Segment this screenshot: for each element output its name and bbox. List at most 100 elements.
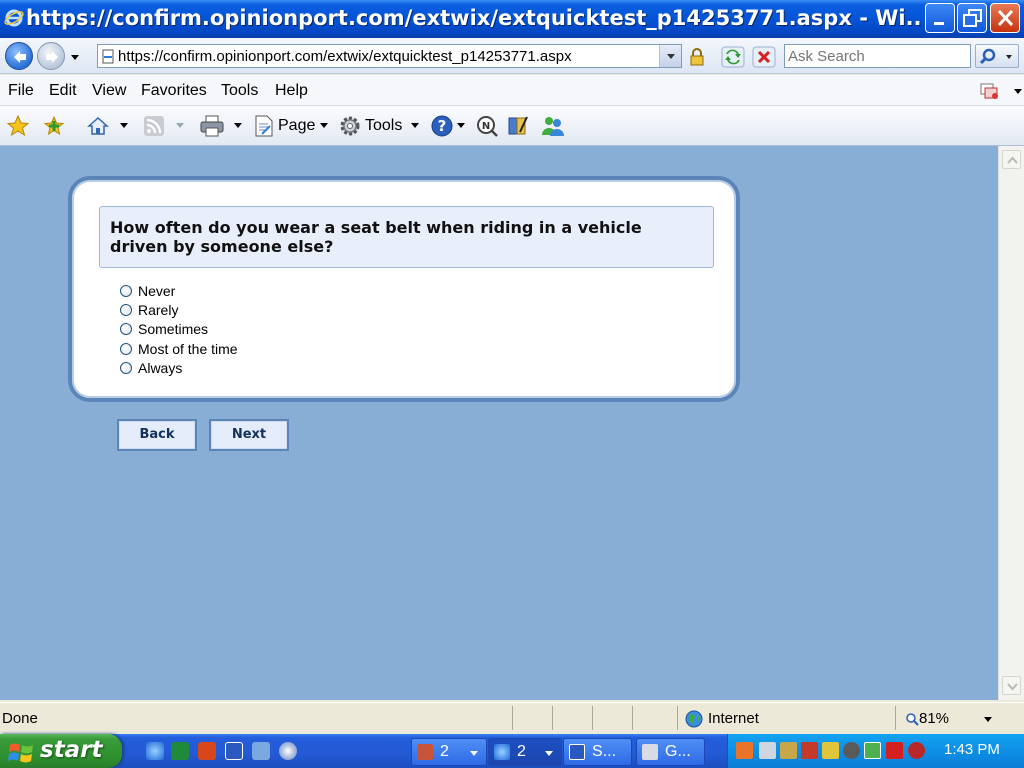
refresh-icon[interactable] xyxy=(721,46,745,68)
task-label: 2 xyxy=(517,743,526,760)
page-menu-label[interactable]: Page xyxy=(278,117,315,135)
status-segment xyxy=(512,706,552,730)
zoom-level[interactable]: 81% xyxy=(919,710,949,727)
home-icon[interactable] xyxy=(86,114,110,138)
magnifier-icon xyxy=(979,48,1012,65)
menu-edit[interactable]: Edit xyxy=(49,82,77,100)
quicklaunch-ie-icon[interactable] xyxy=(146,742,164,760)
tools-dropdown[interactable] xyxy=(411,123,419,128)
window-title: https://confirm.opinionport.com/extwix/e… xyxy=(26,6,921,30)
quicklaunch-desktop-icon[interactable] xyxy=(252,742,270,760)
window-title-bar[interactable]: https://confirm.opinionport.com/extwix/e… xyxy=(0,0,1024,38)
tray-sound-icon[interactable] xyxy=(843,742,860,759)
menu-file[interactable]: File xyxy=(8,82,34,100)
close-button[interactable] xyxy=(990,3,1020,33)
quicklaunch-word-icon[interactable] xyxy=(225,742,243,760)
menu-view[interactable]: View xyxy=(92,82,126,100)
page-icon[interactable] xyxy=(252,114,276,138)
tray-network-icon[interactable] xyxy=(759,742,776,759)
feeds-dropdown[interactable] xyxy=(176,123,184,128)
recent-pages-dropdown[interactable] xyxy=(68,50,82,64)
home-dropdown[interactable] xyxy=(120,123,128,128)
start-button[interactable]: start xyxy=(0,734,122,768)
messenger-icon[interactable] xyxy=(540,114,566,138)
start-label: start xyxy=(40,737,103,763)
task-label: S... xyxy=(592,743,617,760)
menu-favorites[interactable]: Favorites xyxy=(141,82,207,100)
svg-text:?: ? xyxy=(438,117,447,135)
tools-menu-label[interactable]: Tools xyxy=(365,117,402,135)
tray-shield-icon[interactable] xyxy=(822,742,839,759)
zoom-dropdown[interactable] xyxy=(984,717,992,722)
page-dropdown[interactable] xyxy=(320,123,328,128)
tray-app-icon[interactable] xyxy=(736,742,753,759)
address-field[interactable]: https://confirm.opinionport.com/extwix/e… xyxy=(97,44,682,68)
web-page-content: How often do you wear a seat belt when r… xyxy=(0,146,998,700)
taskbar: start 2 2 S... G... 1:43 PM xyxy=(0,734,1024,768)
zone-label: Internet xyxy=(708,710,759,727)
tray-lock-icon[interactable] xyxy=(780,742,797,759)
menu-help[interactable]: Help xyxy=(275,82,308,100)
quicklaunch-outlook-icon[interactable] xyxy=(198,742,216,760)
chevron-down-icon xyxy=(667,54,675,59)
stop-icon[interactable] xyxy=(752,46,776,68)
add-favorite-icon[interactable] xyxy=(42,114,66,138)
task-label: G... xyxy=(665,743,691,760)
scroll-down-button[interactable] xyxy=(1002,676,1021,695)
radio-button[interactable] xyxy=(120,343,132,355)
search-input[interactable] xyxy=(788,46,968,66)
taskbar-group-1[interactable]: 2 xyxy=(411,738,487,766)
gear-icon[interactable] xyxy=(338,114,362,138)
address-dropdown[interactable] xyxy=(659,45,681,67)
status-segment xyxy=(552,706,592,730)
maximize-button[interactable] xyxy=(957,3,987,33)
status-text: Done xyxy=(2,710,38,727)
back-survey-button[interactable]: Back xyxy=(117,419,197,451)
windows-logo-icon xyxy=(8,743,33,763)
search-box[interactable] xyxy=(784,44,971,68)
tray-user-icon[interactable] xyxy=(801,742,818,759)
quicklaunch-media-icon[interactable] xyxy=(279,742,297,760)
back-button[interactable] xyxy=(5,42,33,70)
taskbar-window-g[interactable]: G... xyxy=(636,738,705,766)
address-url[interactable]: https://confirm.opinionport.com/extwix/e… xyxy=(118,48,572,65)
blog-icon[interactable] xyxy=(506,114,530,138)
tray-vpn-icon[interactable] xyxy=(864,742,881,759)
forward-button[interactable] xyxy=(37,42,65,70)
vertical-scrollbar[interactable] xyxy=(998,146,1024,700)
lock-icon[interactable] xyxy=(686,46,708,68)
svg-text:N: N xyxy=(482,121,490,132)
toolbar-options-icon[interactable] xyxy=(979,81,1001,101)
favorites-star-icon[interactable] xyxy=(6,114,30,138)
next-survey-button[interactable]: Next xyxy=(209,419,289,451)
help-dropdown[interactable] xyxy=(457,123,465,128)
radio-button[interactable] xyxy=(120,362,132,374)
chevron-up-icon xyxy=(1007,156,1018,164)
radio-button[interactable] xyxy=(120,323,132,335)
menu-tools[interactable]: Tools xyxy=(221,82,258,100)
status-bar: Done Internet 81% xyxy=(0,702,1024,732)
research-icon[interactable]: N xyxy=(475,114,499,138)
tray-norton-icon[interactable] xyxy=(886,742,903,759)
taskbar-word-window[interactable]: S... xyxy=(563,738,632,766)
question-header: How often do you wear a seat belt when r… xyxy=(99,206,714,268)
radio-button[interactable] xyxy=(120,304,132,316)
status-segment xyxy=(632,706,677,730)
status-segment xyxy=(592,706,632,730)
help-icon[interactable]: ? xyxy=(430,114,454,138)
taskbar-group-ie[interactable]: 2 xyxy=(488,738,562,766)
print-icon[interactable] xyxy=(199,114,225,138)
clock[interactable]: 1:43 PM xyxy=(944,741,1000,758)
quicklaunch-excel-icon[interactable] xyxy=(171,742,189,760)
minimize-button[interactable] xyxy=(925,3,955,33)
scroll-up-button[interactable] xyxy=(1002,150,1021,169)
word-icon xyxy=(569,744,585,760)
tray-antivirus-icon[interactable] xyxy=(908,742,925,759)
radio-button[interactable] xyxy=(120,285,132,297)
back-arrow-icon xyxy=(14,51,26,63)
internet-explorer-icon xyxy=(4,9,24,27)
chevron-down-icon[interactable] xyxy=(1014,89,1022,94)
search-button[interactable] xyxy=(975,44,1019,68)
feeds-icon[interactable] xyxy=(142,114,166,138)
print-dropdown[interactable] xyxy=(234,123,242,128)
